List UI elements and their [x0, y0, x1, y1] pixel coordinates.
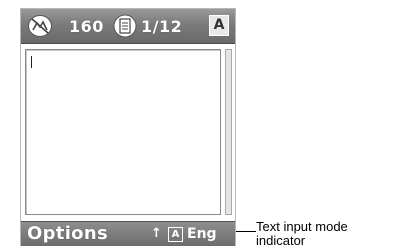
status-bar: 160 1/12 A [21, 9, 235, 44]
up-arrow-icon: ↑ [151, 226, 162, 241]
callout-label: Text input mode indicator [256, 220, 396, 248]
phone-screen: 160 1/12 A Options ↑ A Eng [20, 8, 236, 246]
character-counter: 160 [69, 17, 104, 36]
page-indicator: 1/12 [141, 17, 183, 36]
text-input-mode-box: A [168, 227, 183, 242]
message-page-icon [113, 14, 137, 38]
options-softkey[interactable]: Options [27, 223, 108, 244]
scrollbar[interactable] [225, 49, 232, 215]
callout-line-1: Text input mode [256, 219, 348, 234]
callout-line-2: indicator [256, 233, 306, 248]
no-network-icon [27, 14, 53, 38]
input-mode-badge: A [209, 15, 229, 36]
callout-line [236, 231, 256, 232]
softkey-bar: Options ↑ A Eng [21, 221, 235, 246]
message-text-area[interactable] [25, 49, 221, 215]
text-cursor [31, 56, 32, 68]
text-input-language[interactable]: Eng [187, 226, 217, 242]
